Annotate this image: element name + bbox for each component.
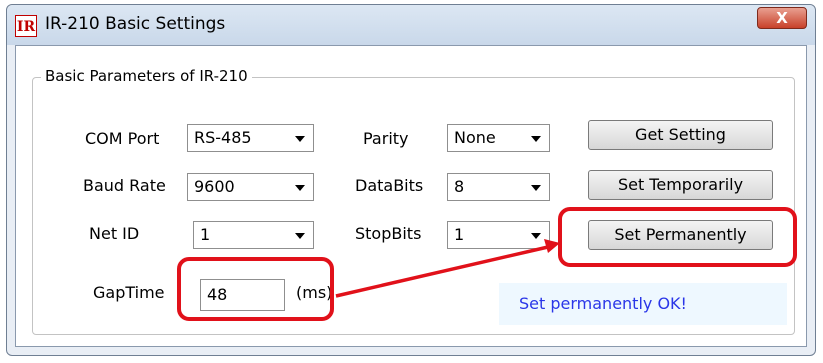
annotation-arrow <box>335 239 560 298</box>
